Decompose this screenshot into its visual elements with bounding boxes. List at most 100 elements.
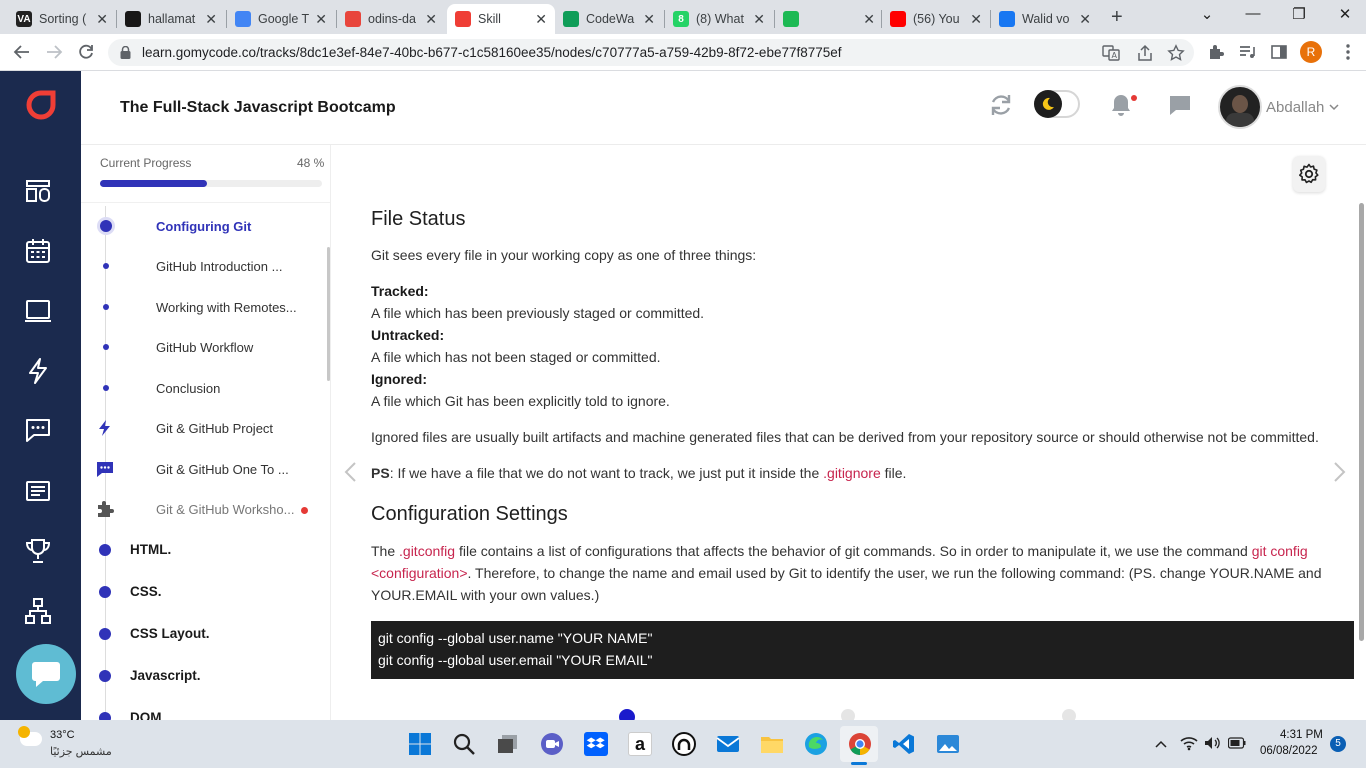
wifi-icon[interactable]: [1180, 735, 1198, 751]
more-menu-icon[interactable]: [1339, 43, 1357, 61]
maximize-icon[interactable]: ❐: [1289, 5, 1309, 23]
calendar-icon[interactable]: [24, 237, 52, 265]
news-icon[interactable]: [24, 477, 52, 505]
chapter-item[interactable]: Javascript.: [81, 655, 330, 697]
chevron-down-icon[interactable]: [1329, 104, 1339, 111]
translate-icon[interactable]: A: [1102, 44, 1120, 62]
media-controls-icon[interactable]: [1238, 43, 1256, 61]
username[interactable]: Abdallah: [1266, 99, 1324, 116]
profile-avatar[interactable]: R: [1300, 41, 1322, 63]
notification-bell-icon[interactable]: [1109, 93, 1133, 117]
browser-tab[interactable]: odins-da ✕: [337, 4, 445, 34]
dropbox-icon[interactable]: [584, 732, 608, 756]
weather-icon[interactable]: [18, 726, 42, 746]
search-icon[interactable]: [452, 732, 476, 756]
page-dot[interactable]: [1062, 709, 1076, 720]
prev-arrow-icon[interactable]: [343, 461, 357, 483]
settings-button[interactable]: [1293, 156, 1325, 192]
tracks-icon[interactable]: [24, 177, 52, 205]
side-panel-icon[interactable]: [1270, 43, 1288, 61]
lesson-node-item[interactable]: Conclusion: [81, 368, 330, 408]
content-scrollbar[interactable]: [1359, 203, 1364, 641]
lesson-node-item[interactable]: Working with Remotes...: [81, 287, 330, 327]
chapter-item[interactable]: CSS.: [81, 571, 330, 613]
weather-desc[interactable]: مشمس جزئيًا: [50, 745, 112, 758]
extensions-icon[interactable]: [1207, 43, 1225, 61]
browser-tab[interactable]: VA Sorting (✕: [8, 4, 116, 34]
github-desktop-icon[interactable]: [672, 732, 696, 756]
new-tab-button[interactable]: +: [1111, 6, 1123, 29]
lesson-node-item[interactable]: Configuring Git: [81, 206, 330, 246]
hierarchy-icon[interactable]: [24, 597, 52, 625]
lock-icon[interactable]: [120, 46, 131, 59]
trophy-icon[interactable]: [24, 537, 52, 565]
task-view-icon[interactable]: [496, 732, 520, 756]
windows-start-icon[interactable]: [408, 732, 432, 756]
chat-icon[interactable]: [24, 416, 52, 444]
lightning-icon[interactable]: [24, 357, 52, 385]
git-config-code: git config: [1251, 543, 1308, 559]
close-tab-icon[interactable]: ✕: [315, 11, 327, 28]
window-close-icon[interactable]: ✕: [1335, 5, 1355, 23]
share-icon[interactable]: [1136, 44, 1154, 62]
back-icon[interactable]: [13, 43, 31, 61]
browser-tab[interactable]: 8 (8) What ✕: [665, 4, 773, 34]
user-avatar[interactable]: [1218, 85, 1262, 129]
close-tab-icon[interactable]: ✕: [753, 11, 765, 28]
forward-icon[interactable]: [45, 43, 63, 61]
browser-tab[interactable]: ✕: [775, 4, 883, 34]
close-tab-icon[interactable]: ✕: [970, 11, 982, 28]
mail-icon[interactable]: [716, 732, 740, 756]
support-chat-button[interactable]: [16, 644, 76, 704]
vscode-icon[interactable]: [892, 732, 916, 756]
page-dot[interactable]: [841, 709, 855, 720]
close-tab-icon[interactable]: ✕: [535, 11, 547, 28]
chapter-item[interactable]: CSS Layout.: [81, 613, 330, 655]
lesson-node-item[interactable]: GitHub Introduction ...: [81, 246, 330, 286]
next-arrow-icon[interactable]: [1333, 461, 1347, 483]
notification-count-badge[interactable]: 5: [1330, 736, 1346, 752]
amazon-icon[interactable]: a: [628, 732, 652, 756]
browser-tab[interactable]: Walid vo ✕: [991, 4, 1099, 34]
chrome-icon[interactable]: [848, 732, 872, 756]
close-tab-icon[interactable]: ✕: [425, 11, 437, 28]
chapter-item[interactable]: HTML.: [81, 529, 330, 571]
lesson-node-item[interactable]: GitHub Workflow: [81, 327, 330, 367]
browser-tab[interactable]: CodeWa ✕: [555, 4, 663, 34]
file-explorer-icon[interactable]: [760, 732, 784, 756]
page-dot-active[interactable]: [619, 709, 635, 720]
gomycode-logo[interactable]: [26, 90, 56, 120]
lesson-node-item[interactable]: Git & GitHub One To ...: [81, 449, 330, 489]
chevron-up-icon[interactable]: [1154, 737, 1168, 751]
close-tab-icon[interactable]: ✕: [96, 11, 108, 28]
minimize-icon[interactable]: —: [1243, 5, 1263, 22]
volume-icon[interactable]: [1204, 735, 1220, 751]
weather-temp[interactable]: 33°C: [50, 729, 75, 741]
messages-icon[interactable]: [1168, 94, 1192, 116]
close-tab-icon[interactable]: ✕: [863, 11, 875, 28]
browser-tab[interactable]: (56) You ✕: [882, 4, 990, 34]
address-bar[interactable]: learn.gomycode.co/tracks/8dc1e3ef-84e7-4…: [108, 39, 1194, 66]
browser-tab[interactable]: Skill ✕: [447, 4, 555, 34]
refresh-icon[interactable]: [989, 93, 1013, 117]
browser-tab[interactable]: Google T ✕: [227, 4, 335, 34]
tracked-desc: A file which has been previously staged …: [371, 305, 705, 321]
reload-icon[interactable]: [77, 43, 95, 61]
browser-tab[interactable]: hallamat ✕: [117, 4, 225, 34]
teams-chat-icon[interactable]: [540, 732, 564, 756]
close-tab-icon[interactable]: ✕: [643, 11, 655, 28]
chapter-item[interactable]: DOM: [81, 697, 330, 720]
photos-icon[interactable]: [936, 732, 960, 756]
battery-icon[interactable]: [1228, 737, 1246, 749]
clock-time[interactable]: 4:31 PM: [1280, 729, 1323, 741]
dark-mode-toggle[interactable]: [1034, 90, 1080, 118]
close-tab-icon[interactable]: ✕: [205, 11, 217, 28]
lesson-node-item[interactable]: Git & GitHub Project: [81, 408, 330, 448]
clock-date[interactable]: 06/08/2022: [1260, 745, 1318, 757]
bookmark-star-icon[interactable]: [1167, 44, 1185, 62]
close-tab-icon[interactable]: ✕: [1079, 11, 1091, 28]
lesson-node-item[interactable]: Git & GitHub Worksho...: [81, 489, 330, 529]
laptop-icon[interactable]: [24, 297, 52, 325]
edge-icon[interactable]: [804, 732, 828, 756]
tab-search-icon[interactable]: ⌄: [1197, 5, 1217, 23]
